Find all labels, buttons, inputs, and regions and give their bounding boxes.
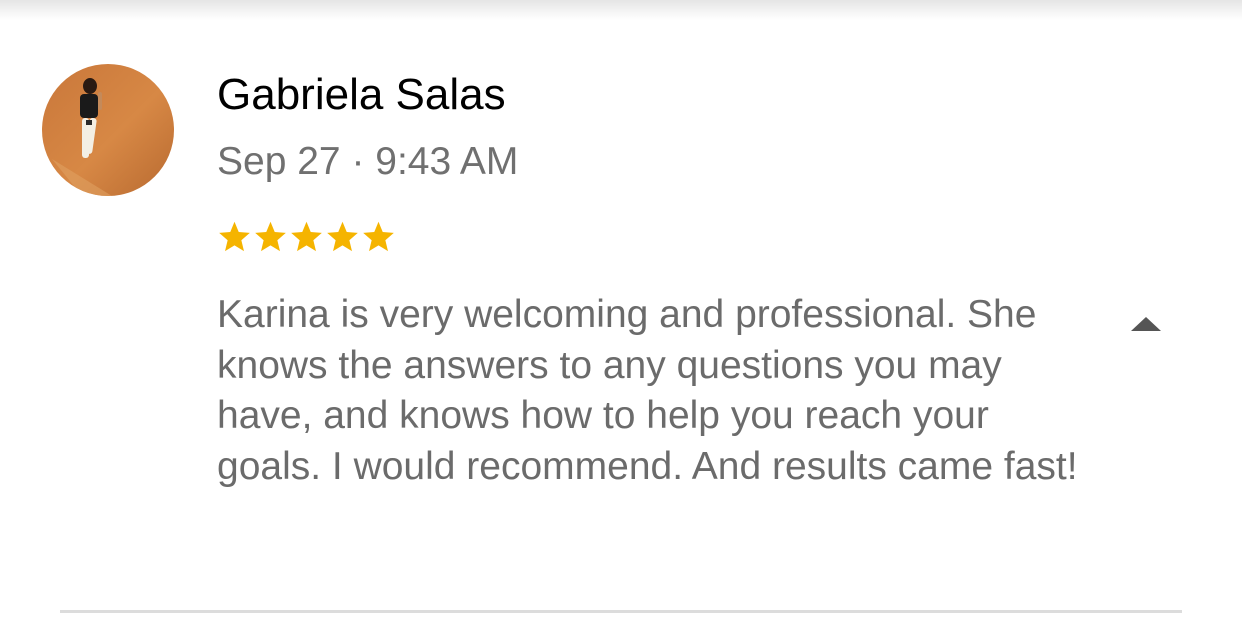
caret-up-icon <box>1131 317 1161 331</box>
star-rating <box>217 218 396 258</box>
review-timestamp: Sep 27 · 9:43 AM <box>217 140 519 183</box>
star-icon <box>255 221 286 252</box>
review-text: Karina is very welcoming and professiona… <box>217 293 1078 488</box>
reviewer-name[interactable]: Gabriela Salas <box>217 68 506 122</box>
star-icon <box>363 221 394 252</box>
avatar[interactable] <box>42 64 174 196</box>
star-icon <box>291 221 322 252</box>
review-card: Gabriela Salas Sep 27 · 9:43 AM Karina i… <box>0 0 1242 618</box>
collapse-review-button[interactable] <box>1128 312 1164 338</box>
divider <box>60 610 1182 613</box>
star-icon <box>219 221 250 252</box>
star-icon <box>327 221 358 252</box>
avatar-photo <box>42 64 174 196</box>
